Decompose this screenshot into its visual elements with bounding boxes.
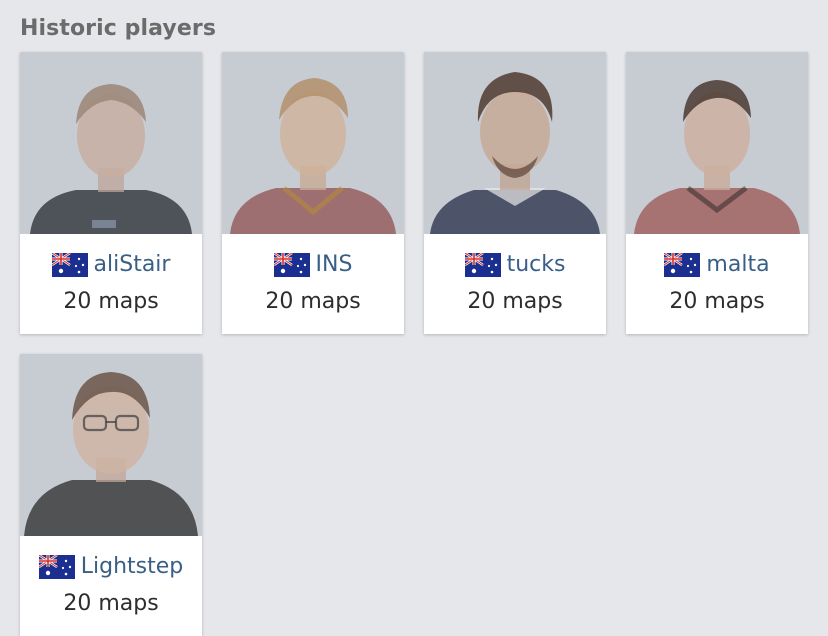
player-name-row: tucks	[424, 250, 606, 280]
maps-count: 20 maps	[467, 289, 563, 314]
player-name-link[interactable]: tucks	[507, 251, 566, 279]
player-photo[interactable]	[424, 52, 606, 234]
australia-flag-icon	[273, 253, 310, 277]
player-card[interactable]: INS 20 maps	[222, 52, 404, 334]
player-portrait	[20, 354, 202, 536]
player-card[interactable]: aliStair 20 maps	[20, 52, 202, 334]
player-name-link[interactable]: Lightstep	[81, 553, 184, 581]
player-portrait	[424, 52, 606, 234]
player-portrait	[626, 52, 808, 234]
australia-flag-icon	[51, 253, 88, 277]
player-name-row: Lightstep	[20, 552, 202, 582]
player-photo[interactable]	[626, 52, 808, 234]
maps-count: 20 maps	[63, 289, 159, 314]
player-card[interactable]: tucks 20 maps	[424, 52, 606, 334]
player-name-row: INS	[222, 250, 404, 280]
maps-count: 20 maps	[63, 591, 159, 616]
player-name-link[interactable]: aliStair	[94, 251, 171, 279]
maps-count: 20 maps	[265, 289, 361, 314]
player-portrait	[222, 52, 404, 234]
player-name-link[interactable]: malta	[706, 251, 769, 279]
player-card[interactable]: Lightstep 20 maps	[20, 354, 202, 636]
player-name-link[interactable]: INS	[316, 251, 353, 279]
australia-flag-icon	[664, 253, 701, 277]
player-photo[interactable]	[20, 354, 202, 536]
australia-flag-icon	[464, 253, 501, 277]
australia-flag-icon	[38, 555, 75, 579]
section-title: Historic players	[20, 16, 217, 41]
player-name-row: aliStair	[20, 250, 202, 280]
player-name-row: malta	[626, 250, 808, 280]
player-portrait	[20, 52, 202, 234]
maps-count: 20 maps	[669, 289, 765, 314]
player-card[interactable]: malta 20 maps	[626, 52, 808, 334]
player-photo[interactable]	[20, 52, 202, 234]
player-photo[interactable]	[222, 52, 404, 234]
